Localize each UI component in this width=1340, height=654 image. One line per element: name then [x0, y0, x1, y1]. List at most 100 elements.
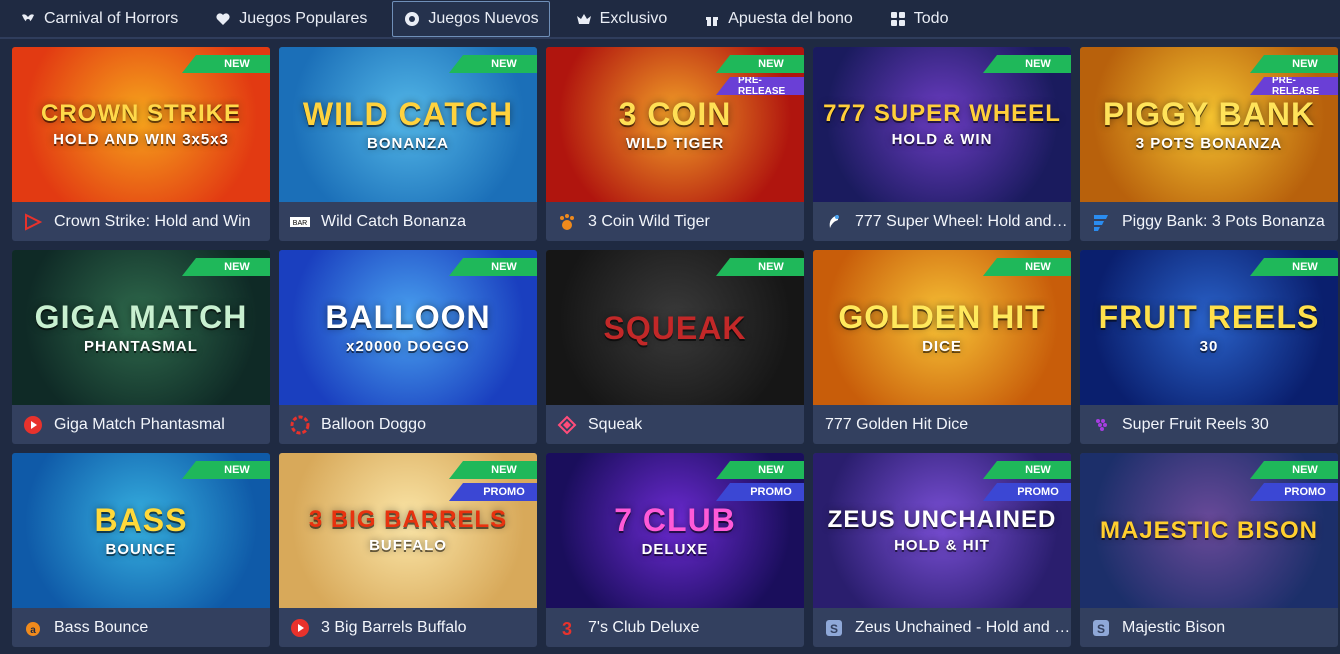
game-title: 777 Super Wheel: Hold and Win: [855, 212, 1071, 230]
game-card[interactable]: SQUEAK NEW Squeak: [546, 250, 804, 444]
orange-a-icon: a: [22, 617, 44, 639]
game-title: Majestic Bison: [1122, 618, 1226, 636]
game-title: 3 Big Barrels Buffalo: [321, 618, 467, 636]
new-badge: NEW: [716, 258, 804, 276]
game-title: 3 Coin Wild Tiger: [588, 212, 710, 230]
game-card[interactable]: BASS BOUNCE NEW a Bass Bounce: [12, 453, 270, 647]
game-logo-title: GIGA MATCH: [34, 299, 248, 335]
game-logo-title: PIGGY BANK: [1102, 96, 1316, 132]
game-caption[interactable]: 777 Super Wheel: Hold and Win: [813, 202, 1071, 241]
game-title: Super Fruit Reels 30: [1122, 415, 1269, 433]
game-card[interactable]: ZEUS UNCHAINED HOLD & HIT NEW PROMO S Zeus Un…: [813, 453, 1071, 647]
game-card[interactable]: 777 SUPER WHEEL HOLD & WIN NEW 777 Super Wh…: [813, 47, 1071, 241]
game-thumbnail[interactable]: GIGA MATCH PHANTASMAL NEW: [12, 250, 270, 405]
chip-icon: [403, 10, 421, 28]
game-thumbnail[interactable]: 3 COIN WILD TIGER NEW PRE-RELEASE: [546, 47, 804, 202]
game-logo-art: PIGGY BANK 3 POTS BONANZA: [1093, 98, 1325, 151]
game-card[interactable]: WILD CATCH BONANZA NEW BAR Wild Catch Bonanz…: [279, 47, 537, 241]
game-logo-art: BASS BOUNCE: [85, 504, 198, 557]
game-thumbnail[interactable]: SQUEAK NEW: [546, 250, 804, 405]
game-thumbnail[interactable]: BALLOON x20000 DOGGO NEW: [279, 250, 537, 405]
game-logo-subtitle: WILD TIGER: [625, 135, 725, 152]
game-card[interactable]: 7 CLUB DELUXE NEW PROMO 3 7's Club Deluxe: [546, 453, 804, 647]
game-thumbnail[interactable]: PIGGY BANK 3 POTS BONANZA NEW PRE-RELEASE: [1080, 47, 1338, 202]
game-logo-subtitle: DELUXE: [641, 541, 709, 558]
new-badge: NEW: [983, 55, 1071, 73]
game-logo-subtitle: x20000 DOGGO: [346, 338, 470, 355]
game-thumbnail[interactable]: 7 CLUB DELUXE NEW PROMO: [546, 453, 804, 608]
game-logo-art: SQUEAK: [594, 312, 757, 344]
game-logo-title: WILD CATCH: [302, 96, 514, 132]
spark-circle-icon: [289, 414, 311, 436]
game-caption[interactable]: 3 Coin Wild Tiger: [546, 202, 804, 241]
game-caption[interactable]: BAR Wild Catch Bonanza: [279, 202, 537, 241]
game-thumbnail[interactable]: MAJESTIC BISON NEW PROMO: [1080, 453, 1338, 608]
new-badge: NEW: [449, 55, 537, 73]
game-card[interactable]: BALLOON x20000 DOGGO NEW Balloon Doggo: [279, 250, 537, 444]
game-logo-title: ZEUS UNCHAINED: [827, 506, 1057, 533]
tab-carnival-of-horrors[interactable]: Carnival of Horrors: [8, 1, 189, 37]
game-logo-title: GOLDEN HIT: [838, 299, 1046, 335]
tab-apuesta-del-bono[interactable]: Apuesta del bono: [692, 1, 864, 37]
game-card[interactable]: 3 BIG BARRELS BUFFALO NEW PROMO 3 Big Barrel…: [279, 453, 537, 647]
game-thumbnail[interactable]: WILD CATCH BONANZA NEW: [279, 47, 537, 202]
game-caption[interactable]: S Majestic Bison: [1080, 608, 1338, 647]
game-thumbnail[interactable]: FRUIT REELS 30 NEW: [1080, 250, 1338, 405]
game-card[interactable]: FRUIT REELS 30 NEW Super Fruit Reels 30: [1080, 250, 1338, 444]
promo-badge: PROMO: [716, 483, 804, 501]
game-card[interactable]: PIGGY BANK 3 POTS BONANZA NEW PRE-RELEASE Pi…: [1080, 47, 1338, 241]
game-thumbnail[interactable]: 777 SUPER WHEEL HOLD & WIN NEW: [813, 47, 1071, 202]
game-logo-subtitle: HOLD AND WIN 3x5x3: [53, 131, 229, 148]
game-caption[interactable]: Crown Strike: Hold and Win: [12, 202, 270, 241]
new-badge: NEW: [182, 258, 270, 276]
game-card[interactable]: GOLDEN HIT DICE NEW 777 Golden Hit Dice: [813, 250, 1071, 444]
game-logo-title: BASS: [94, 502, 188, 538]
game-logo-subtitle: 30: [1199, 338, 1219, 355]
promo-badge: PROMO: [1250, 483, 1338, 501]
game-caption[interactable]: Squeak: [546, 405, 804, 444]
game-thumbnail[interactable]: BASS BOUNCE NEW: [12, 453, 270, 608]
hearts-icon: [214, 10, 232, 28]
game-caption[interactable]: Piggy Bank: 3 Pots Bonanza: [1080, 202, 1338, 241]
game-card[interactable]: CROWN STRIKE HOLD AND WIN 3x5x3 NEW Crown S…: [12, 47, 270, 241]
game-caption[interactable]: 3 Big Barrels Buffalo: [279, 608, 537, 647]
game-card[interactable]: 3 COIN WILD TIGER NEW PRE-RELEASE 3 Coin Wil…: [546, 47, 804, 241]
pre-release-badge: PRE-RELEASE: [1250, 77, 1338, 95]
svg-text:a: a: [30, 625, 36, 636]
game-caption[interactable]: Super Fruit Reels 30: [1080, 405, 1338, 444]
game-card[interactable]: GIGA MATCH PHANTASMAL NEW Giga Match Phanta…: [12, 250, 270, 444]
jester-icon: [19, 10, 37, 28]
game-logo-title: 7 CLUB: [614, 502, 736, 538]
game-caption[interactable]: S Zeus Unchained - Hold and Win: [813, 608, 1071, 647]
game-card[interactable]: MAJESTIC BISON NEW PROMO S Majestic Bison: [1080, 453, 1338, 647]
game-caption[interactable]: Giga Match Phantasmal: [12, 405, 270, 444]
game-logo-art: GOLDEN HIT DICE: [828, 301, 1055, 354]
new-badge: NEW: [716, 55, 804, 73]
game-title: 7's Club Deluxe: [588, 618, 700, 636]
game-logo-art: ZEUS UNCHAINED HOLD & HIT: [818, 506, 1067, 554]
tab-exclusivo[interactable]: Exclusivo: [564, 1, 679, 37]
tab-juegos-populares[interactable]: Juegos Populares: [203, 1, 378, 37]
game-caption[interactable]: 3 7's Club Deluxe: [546, 608, 804, 647]
s-square-icon: S: [823, 617, 845, 639]
pre-release-badge: PRE-RELEASE: [716, 77, 804, 95]
svg-text:3: 3: [562, 619, 572, 638]
svg-text:S: S: [830, 622, 838, 636]
game-logo-title: CROWN STRIKE: [41, 100, 241, 127]
tab-label: Carnival of Horrors: [44, 9, 179, 27]
tab-todo[interactable]: Todo: [878, 1, 960, 37]
game-thumbnail[interactable]: GOLDEN HIT DICE NEW: [813, 250, 1071, 405]
game-caption[interactable]: 777 Golden Hit Dice: [813, 405, 1071, 444]
tab-juegos-nuevos[interactable]: Juegos Nuevos: [392, 0, 550, 37]
promo-badge: PROMO: [983, 483, 1071, 501]
game-thumbnail[interactable]: CROWN STRIKE HOLD AND WIN 3x5x3 NEW: [12, 47, 270, 202]
game-thumbnail[interactable]: 3 BIG BARRELS BUFFALO NEW PROMO: [279, 453, 537, 608]
tab-label: Juegos Nuevos: [428, 9, 539, 27]
tab-label: Todo: [913, 9, 949, 27]
game-title: Balloon Doggo: [321, 415, 426, 433]
grid-icon: [889, 10, 907, 28]
game-caption[interactable]: a Bass Bounce: [12, 608, 270, 647]
new-badge: NEW: [449, 461, 537, 479]
game-thumbnail[interactable]: ZEUS UNCHAINED HOLD & HIT NEW PROMO: [813, 453, 1071, 608]
game-caption[interactable]: Balloon Doggo: [279, 405, 537, 444]
